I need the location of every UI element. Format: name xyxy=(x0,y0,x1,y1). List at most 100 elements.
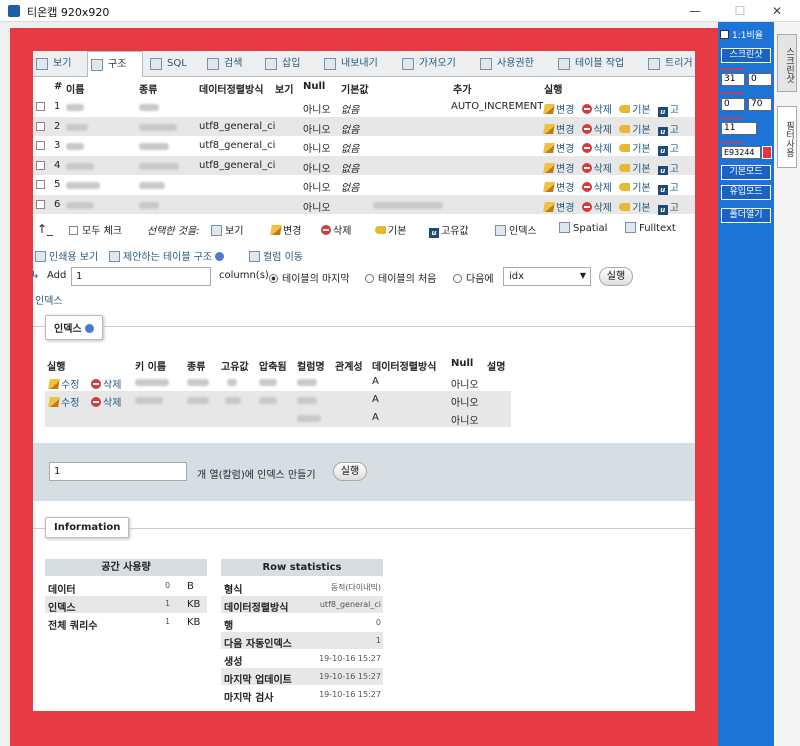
key-icon xyxy=(619,144,631,152)
vtab-filter[interactable]: 필터사용 xyxy=(777,106,797,168)
col-name-header[interactable]: 이름 xyxy=(66,81,84,96)
row-drop-button[interactable]: 삭제 xyxy=(581,201,612,214)
spin-5[interactable]: 11 xyxy=(721,122,757,135)
close-button[interactable]: ✕ xyxy=(762,2,792,20)
row-unique-button[interactable]: u고 xyxy=(657,125,679,137)
sel-primary-button[interactable]: 기본 xyxy=(375,222,406,237)
sel-index-button[interactable]: 인덱스 xyxy=(495,222,537,237)
row-change-button[interactable]: 변경 xyxy=(543,162,574,175)
tab-structure[interactable]: 구조 xyxy=(87,51,143,77)
help-icon[interactable] xyxy=(85,324,95,333)
row-change-button[interactable]: 변경 xyxy=(543,182,574,194)
row-unique-button[interactable]: u고 xyxy=(657,203,679,215)
row-change-button[interactable]: 변경 xyxy=(543,143,574,155)
create-index-go-button[interactable]: 실행 xyxy=(333,462,367,481)
row-checkbox[interactable] xyxy=(36,121,45,131)
row-unique-button[interactable]: u고 xyxy=(657,144,679,156)
row-unique-button[interactable]: u고 xyxy=(657,183,679,195)
row-primary-button[interactable]: 기본 xyxy=(619,202,651,214)
ratio-checkbox[interactable] xyxy=(720,30,729,39)
sel-change-button[interactable]: 변경 xyxy=(270,222,301,237)
tab-operations[interactable]: 테이블 작업 xyxy=(555,51,637,77)
tab-label: SQL xyxy=(167,58,187,69)
spin-1[interactable]: 31 xyxy=(721,73,745,86)
index-edit-button[interactable]: 수정 xyxy=(48,394,79,409)
color-hex-field[interactable]: E93244 xyxy=(721,146,761,159)
index-count-input[interactable]: 1 xyxy=(49,462,187,481)
row-primary-button[interactable]: 기본 xyxy=(619,105,651,116)
row-checkbox[interactable] xyxy=(36,141,45,150)
open-folder-button[interactable]: 폴더열기 xyxy=(721,208,771,223)
move-columns-link[interactable]: 컬럼 이동 xyxy=(249,248,303,263)
spin-3[interactable]: 0 xyxy=(721,98,745,111)
delete-icon xyxy=(91,397,101,407)
sel-browse-button[interactable]: 보기 xyxy=(211,222,243,237)
basic-mode-button[interactable]: 기본모드 xyxy=(721,165,771,180)
row-checkbox[interactable] xyxy=(36,160,45,170)
at-end-radio[interactable] xyxy=(269,274,278,283)
minimize-button[interactable]: — xyxy=(680,2,710,20)
check-all-checkbox[interactable] xyxy=(69,226,78,235)
at-end-option[interactable]: 테이블의 마지막 xyxy=(269,270,350,285)
row-drop-button[interactable]: 삭제 xyxy=(581,123,612,136)
row-checkbox[interactable] xyxy=(36,199,45,209)
sel-fulltext-label: Fulltext xyxy=(639,223,676,234)
redacted-unique xyxy=(227,378,237,389)
row-change-button[interactable]: 변경 xyxy=(543,104,574,116)
row-change-button[interactable]: 변경 xyxy=(543,201,574,214)
row-drop-button[interactable]: 삭제 xyxy=(581,104,612,116)
vtab-screenshot[interactable]: 스크린샷 xyxy=(777,34,797,92)
sel-drop-button[interactable]: 삭제 xyxy=(321,222,351,237)
row-checkbox[interactable] xyxy=(36,180,45,189)
row-primary-button[interactable]: 기본 xyxy=(619,163,651,175)
add-go-button[interactable]: 실행 xyxy=(599,267,633,286)
at-beginning-radio[interactable] xyxy=(365,274,374,283)
row-change-button[interactable]: 변경 xyxy=(543,123,574,136)
after-radio[interactable] xyxy=(453,274,462,283)
index-drop-button[interactable]: 삭제 xyxy=(91,394,121,409)
index-drop-button[interactable]: 삭제 xyxy=(91,376,121,391)
tab-triggers[interactable]: 트리거 xyxy=(645,51,695,77)
sel-fulltext-button[interactable]: Fulltext xyxy=(625,222,676,234)
check-all-control[interactable]: 모두 체크 xyxy=(69,222,122,237)
tab-export[interactable]: 내보내기 xyxy=(321,51,391,77)
row-primary-button[interactable]: 기본 xyxy=(619,124,651,136)
row-unique-button[interactable]: u고 xyxy=(657,164,679,176)
ratio-check[interactable]: 1:1비율 xyxy=(720,28,763,41)
row-checkbox[interactable] xyxy=(36,102,45,111)
maximize-button[interactable]: ☐ xyxy=(725,2,755,20)
tab-sql[interactable]: SQL xyxy=(147,51,199,77)
tab-privileges[interactable]: 사용권한 xyxy=(477,51,549,77)
at-beginning-option[interactable]: 테이블의 처음 xyxy=(365,270,436,285)
row-drop-button[interactable]: 삭제 xyxy=(581,143,612,155)
row-primary-button[interactable]: 기본 xyxy=(619,144,651,155)
add-count-input[interactable]: 1 xyxy=(71,267,211,286)
propose-structure-link[interactable]: 제안하는 테이블 구조 xyxy=(109,248,225,263)
spin-2[interactable]: 0 xyxy=(748,73,772,86)
at-end-label: 테이블의 마지막 xyxy=(282,274,350,285)
col-extra-header: 추가 xyxy=(453,85,472,96)
tab-import[interactable]: 가져오기 xyxy=(399,51,469,77)
tab-browse[interactable]: 보기 xyxy=(33,51,85,77)
phpmyadmin-content: 보기 구조 SQL 검색 삽입 내보내기 가져오기 사용권한 테이블 작업 트리… xyxy=(33,51,695,711)
pencil-icon xyxy=(543,104,555,114)
index-edit-button[interactable]: 수정 xyxy=(48,376,79,391)
after-option[interactable]: 다음에 xyxy=(453,270,494,285)
print-view-link[interactable]: 인쇄용 보기 xyxy=(35,248,98,263)
tab-insert[interactable]: 삽입 xyxy=(262,51,317,77)
tab-search[interactable]: 검색 xyxy=(204,51,259,77)
row-drop-button[interactable]: 삭제 xyxy=(581,182,612,194)
indexes-link[interactable]: 인덱스 xyxy=(35,292,63,307)
row-unique-button[interactable]: u고 xyxy=(657,105,679,117)
help-icon[interactable] xyxy=(215,252,225,261)
row-drop-button[interactable]: 삭제 xyxy=(581,162,612,175)
row-collation: utf8_general_ci xyxy=(199,140,276,151)
after-column-select[interactable]: idx ▼ xyxy=(503,267,591,286)
screenshot-button[interactable]: 스크린샷 xyxy=(721,48,771,63)
color-swatch[interactable] xyxy=(762,146,772,159)
sel-unique-button[interactable]: u 고유값 xyxy=(429,222,469,238)
spin-4[interactable]: 70 xyxy=(748,98,772,111)
user-mode-button[interactable]: 유입모드 xyxy=(721,185,771,200)
sel-spatial-button[interactable]: Spatial xyxy=(559,222,607,234)
row-primary-button[interactable]: 기본 xyxy=(619,183,651,194)
